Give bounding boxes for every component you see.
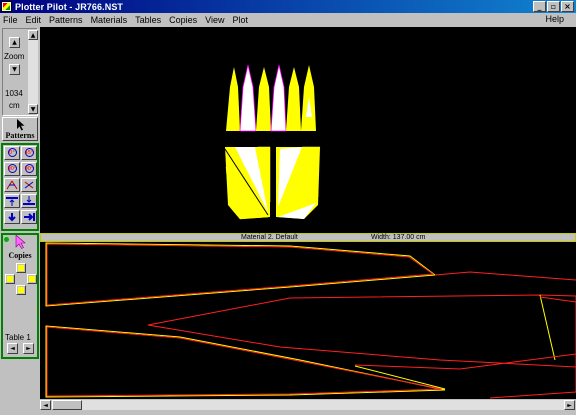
pattern-preview-canvas[interactable] xyxy=(40,27,576,233)
scroll-right-arrow-icon[interactable]: ► xyxy=(564,400,575,410)
marker-piece-outline xyxy=(46,326,443,397)
rotation-tool-panel: 0° 45° 90° 90° xyxy=(1,143,39,231)
menu-patterns[interactable]: Patterns xyxy=(49,15,83,25)
zoom-out-button[interactable]: ▼ xyxy=(9,64,20,75)
arrow-down-icon xyxy=(8,213,16,222)
rotate-90-ccw-label: 90° xyxy=(7,166,17,172)
window-title: Plotter Pilot - JR766.NST xyxy=(15,1,124,12)
pattern-piece[interactable] xyxy=(301,65,316,131)
scroll-left-arrow-icon[interactable]: ◄ xyxy=(40,400,51,410)
align-bottom-icon xyxy=(23,196,35,205)
table-label: Table 1 xyxy=(5,333,31,342)
flip-vertical-button[interactable] xyxy=(21,178,37,192)
copies-pointer-icon[interactable] xyxy=(15,235,27,249)
zoom-value: 1034 xyxy=(5,89,23,98)
menu-edit[interactable]: Edit xyxy=(26,15,42,25)
horizontal-scrollbar[interactable]: ◄ ► xyxy=(40,399,576,411)
marker-piece[interactable] xyxy=(45,325,446,398)
rotate-0-label: 0° xyxy=(9,150,15,156)
rotate-45-button[interactable]: 45° xyxy=(21,146,37,160)
rotate-90-cw-label: 90° xyxy=(24,166,34,172)
active-indicator xyxy=(4,237,9,242)
marker-layout-canvas[interactable] xyxy=(40,242,576,399)
zoom-in-button[interactable]: ▲ xyxy=(9,37,20,48)
align-bottom-button[interactable] xyxy=(21,194,37,208)
nudge-up-button[interactable] xyxy=(16,263,26,273)
align-top-icon xyxy=(6,197,18,206)
menu-copies[interactable]: Copies xyxy=(169,15,197,25)
menu-file[interactable]: File xyxy=(3,15,18,25)
scroll-thumb[interactable] xyxy=(52,400,82,410)
menu-tables[interactable]: Tables xyxy=(135,15,161,25)
patterns-label: Patterns xyxy=(5,131,35,140)
marker-piece-outline xyxy=(434,271,576,281)
marker-layout-drawing xyxy=(45,242,576,399)
pattern-piece[interactable] xyxy=(270,64,287,132)
menu-bar: File Edit Patterns Materials Tables Copi… xyxy=(0,13,576,26)
zoom-scrollbar[interactable] xyxy=(28,30,38,114)
flip-horizontal-icon xyxy=(6,180,18,190)
table-prev-button[interactable]: ◄ xyxy=(7,343,18,354)
scroll-down-arrow-icon[interactable]: ▼ xyxy=(28,104,38,114)
rotate-90-ccw-button[interactable]: 90° xyxy=(4,162,20,176)
zoom-unit: cm xyxy=(9,101,20,110)
align-top-button[interactable] xyxy=(4,194,20,208)
material-width-label: Width: 137.00 cm xyxy=(371,234,426,241)
pattern-piece-row-top xyxy=(226,64,316,132)
nudge-down-button[interactable] xyxy=(16,285,26,295)
restore-button[interactable]: ▫ xyxy=(547,1,560,12)
pointer-arrow-icon xyxy=(17,119,25,131)
title-bar: Plotter Pilot - JR766.NST _ ▫ × xyxy=(0,0,576,13)
material-label: Material 2. Default xyxy=(241,234,298,241)
marker-piece[interactable] xyxy=(147,294,576,368)
move-down-button[interactable] xyxy=(4,210,20,224)
copies-label: Copies xyxy=(8,251,32,260)
pattern-piece[interactable] xyxy=(239,64,257,132)
pattern-pieces-drawing xyxy=(224,64,321,220)
move-right-button[interactable] xyxy=(21,210,37,224)
menu-plot[interactable]: Plot xyxy=(232,15,248,25)
zoom-control: ▲ Zoom ▼ 1034 cm ▲ ▼ xyxy=(2,28,38,116)
rotate-0-button[interactable]: 0° xyxy=(4,146,20,160)
rotate-45-label: 45° xyxy=(24,150,34,156)
app-icon[interactable] xyxy=(1,1,12,12)
scroll-up-arrow-icon[interactable]: ▲ xyxy=(28,30,38,40)
nudge-left-button[interactable] xyxy=(5,274,15,284)
rotate-90-cw-button[interactable]: 90° xyxy=(21,162,37,176)
pattern-piece[interactable] xyxy=(256,67,271,131)
material-info-bar: Material 2. Default Width: 137.00 cm xyxy=(40,233,576,242)
copies-tool-panel: Copies Table 1 ◄ ► xyxy=(1,233,39,359)
menu-materials[interactable]: Materials xyxy=(91,15,128,25)
table-next-button[interactable]: ► xyxy=(23,343,34,354)
close-button[interactable]: × xyxy=(561,1,574,12)
minimize-button[interactable]: _ xyxy=(533,1,546,12)
flip-horizontal-button[interactable] xyxy=(4,178,20,192)
zoom-label: Zoom xyxy=(4,52,25,61)
flip-vertical-icon xyxy=(24,181,34,189)
left-tool-panel: ▲ Zoom ▼ 1034 cm ▲ ▼ Patterns 0° 45° 90°… xyxy=(0,27,40,415)
pattern-piece[interactable] xyxy=(286,67,301,131)
patterns-tool-button[interactable]: Patterns xyxy=(2,117,38,141)
arrow-right-icon xyxy=(24,213,35,221)
menu-view[interactable]: View xyxy=(205,15,224,25)
nudge-right-button[interactable] xyxy=(27,274,37,284)
pattern-piece-group-bottom xyxy=(224,146,321,220)
scroll-track[interactable] xyxy=(52,400,564,410)
menu-help[interactable]: Help xyxy=(545,14,564,24)
pattern-piece[interactable] xyxy=(226,67,240,131)
